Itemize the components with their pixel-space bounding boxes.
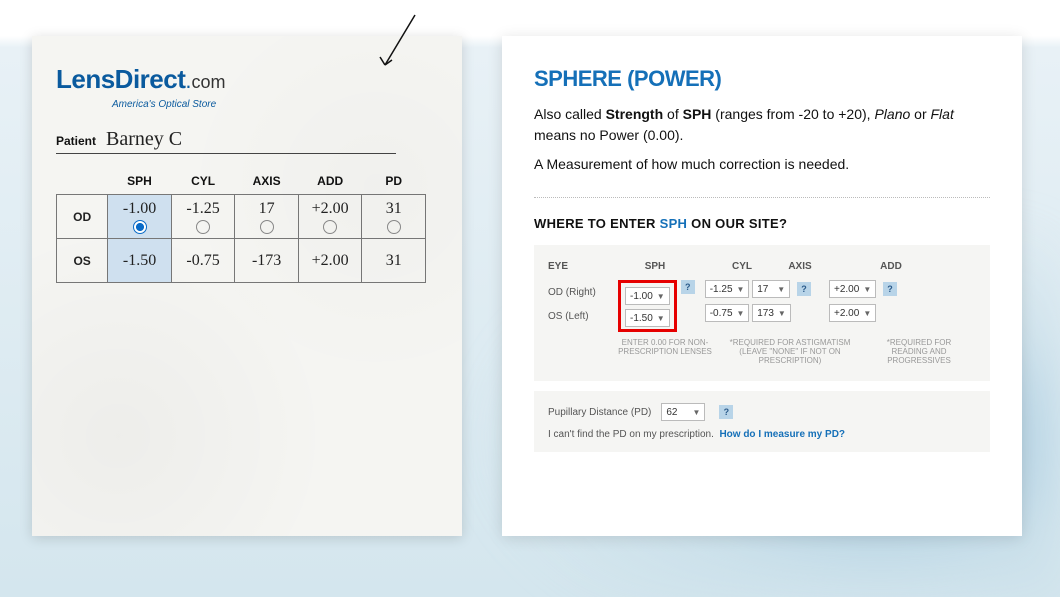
footnote-sph: ENTER 0.00 FOR NON-PRESCRIPTION LENSES xyxy=(618,338,712,365)
rx-od-add[interactable]: +2.00 xyxy=(298,195,362,239)
cyl-os-dropdown[interactable]: -0.75▼ xyxy=(705,304,750,322)
rx-table: SPH CYL AXIS ADD PD OD -1.00 -1.25 17 +2… xyxy=(56,168,426,283)
add-os-dropdown[interactable]: +2.00▼ xyxy=(829,304,876,322)
patient-name: Barney C xyxy=(106,128,396,151)
info-card: SPHERE (POWER) Also called Strength of S… xyxy=(502,36,1022,536)
rx-od-sph[interactable]: -1.00 xyxy=(108,195,172,239)
logo-tagline: America's Optical Store xyxy=(112,99,438,110)
eye-label-od: OD (Right) xyxy=(548,280,618,304)
rx-od-pd[interactable]: 31 xyxy=(362,195,426,239)
where-heading: WHERE TO ENTER SPH ON OUR SITE? xyxy=(534,216,990,231)
col-pd: PD xyxy=(362,168,426,195)
logo-text: LensDirect xyxy=(56,64,185,95)
col-cyl: CYL xyxy=(171,168,235,195)
patient-label: Patient xyxy=(56,134,96,148)
table-row: OD -1.00 -1.25 17 +2.00 31 xyxy=(57,195,426,239)
axis-od-dropdown[interactable]: 17▼ xyxy=(752,280,790,298)
axis-os-dropdown[interactable]: 173▼ xyxy=(752,304,791,322)
card-title: SPHERE (POWER) xyxy=(534,66,990,92)
pd-dropdown[interactable]: 62▼ xyxy=(661,403,705,421)
radio-selected-icon xyxy=(133,220,147,234)
pd-cant-find: I can't find the PD on my prescription. xyxy=(548,429,714,440)
rx-os-add[interactable]: +2.00 xyxy=(298,239,362,283)
rx-os-axis[interactable]: -173 xyxy=(235,239,299,283)
sph-os-dropdown[interactable]: -1.50▼ xyxy=(625,309,670,327)
table-row: OS -1.50 -0.75 -173 +2.00 31 xyxy=(57,239,426,283)
chevron-down-icon: ▼ xyxy=(657,314,665,323)
help-icon[interactable]: ? xyxy=(681,280,695,294)
prescription-paper: LensDirect.com America's Optical Store P… xyxy=(32,36,462,536)
sph-highlight-box: -1.00▼ -1.50▼ xyxy=(618,280,677,332)
rx-os-cyl[interactable]: -0.75 xyxy=(171,239,235,283)
rx-os-sph[interactable]: -1.50 xyxy=(108,239,172,283)
entry-form-preview: EYE SPH CYL AXIS ADD OD (Right) OS (Left… xyxy=(534,245,990,381)
cyl-od-dropdown[interactable]: -1.25▼ xyxy=(705,280,750,298)
rx-os-pd[interactable]: 31 xyxy=(362,239,426,283)
rx-od-cyl[interactable]: -1.25 xyxy=(171,195,235,239)
help-icon[interactable]: ? xyxy=(719,405,733,419)
col-add: ADD xyxy=(298,168,362,195)
card-desc-1: Also called Strength of SPH (ranges from… xyxy=(534,104,990,146)
add-od-dropdown[interactable]: +2.00▼ xyxy=(829,280,876,298)
card-desc-2: A Measurement of how much correction is … xyxy=(534,154,990,175)
col-sph: SPH xyxy=(108,168,172,195)
rx-od-axis[interactable]: 17 xyxy=(235,195,299,239)
pointer-arrow xyxy=(370,10,430,80)
help-icon[interactable]: ? xyxy=(797,282,811,296)
footnote-cyl: *REQUIRED FOR ASTIGMATISM (LEAVE "NONE" … xyxy=(718,338,862,365)
col-axis: AXIS xyxy=(235,168,299,195)
footnote-add: *REQUIRED FOR READING AND PROGRESSIVES xyxy=(874,338,964,365)
pd-section: Pupillary Distance (PD) 62▼ ? I can't fi… xyxy=(534,391,990,452)
eye-label-os: OS (Left) xyxy=(548,304,618,328)
pd-measure-link[interactable]: How do I measure my PD? xyxy=(719,429,845,440)
sph-od-dropdown[interactable]: -1.00▼ xyxy=(625,287,670,305)
help-icon[interactable]: ? xyxy=(883,282,897,296)
pd-label: Pupillary Distance (PD) xyxy=(548,407,651,418)
chevron-down-icon: ▼ xyxy=(657,292,665,301)
